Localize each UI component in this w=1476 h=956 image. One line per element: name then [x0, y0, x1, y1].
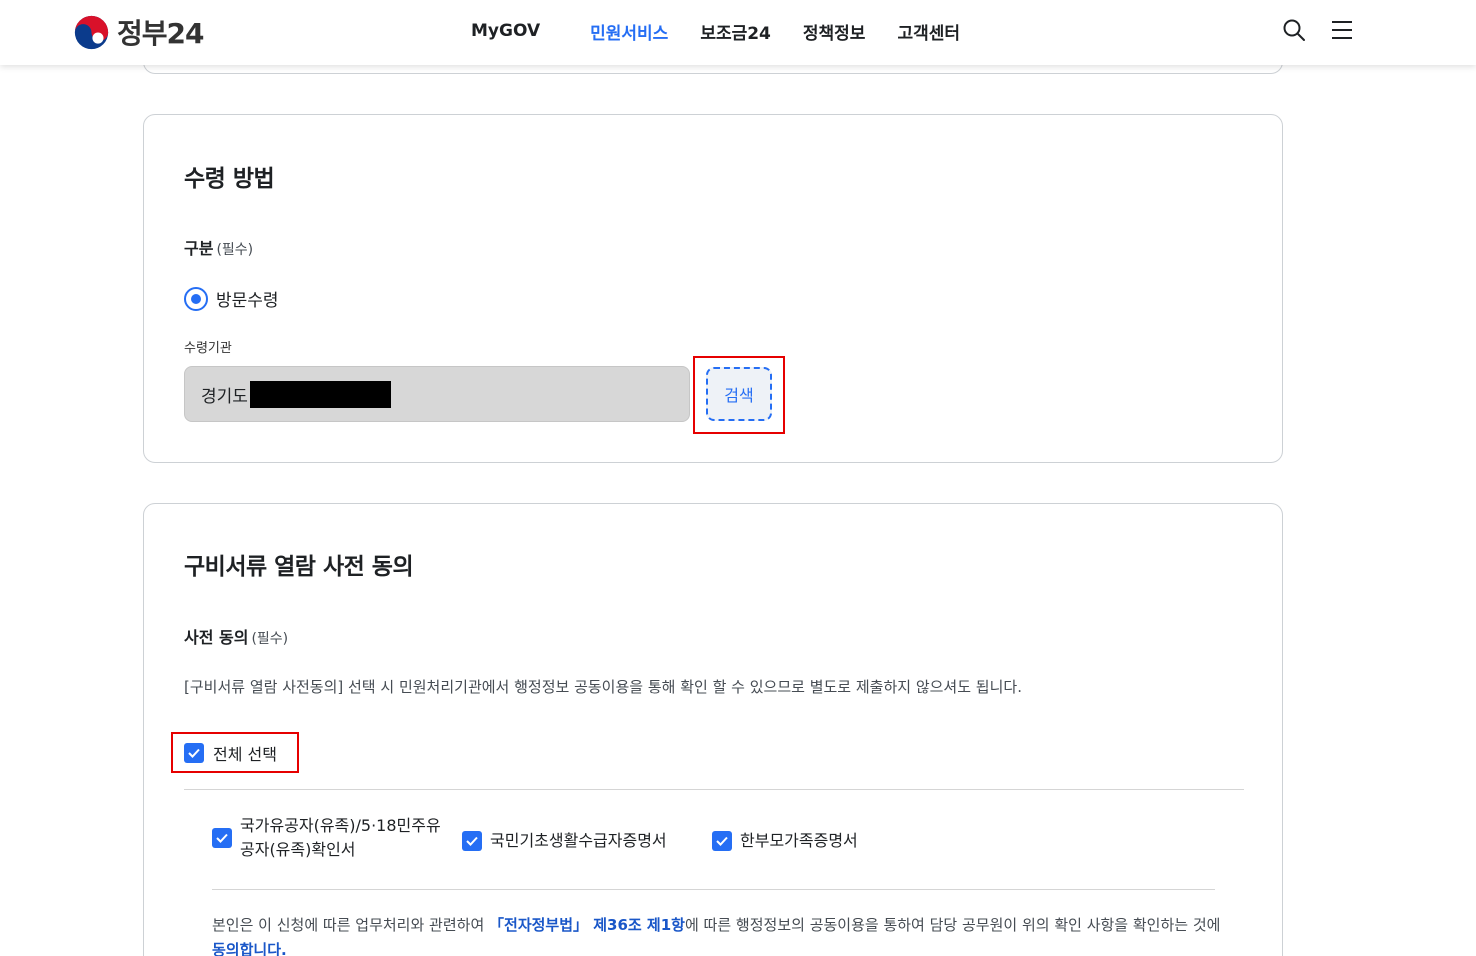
doc-checkbox-merit[interactable]: 국가유공자(유족)/5·18민주유공자(유족)확인서	[212, 814, 455, 862]
law-reference: 「전자정부법」 제36조 제1항	[489, 916, 685, 934]
doc-label: 한부모가족증명서	[740, 831, 858, 850]
notice-text: 본인은 이 신청에 따른 업무처리와 관련하여	[212, 916, 490, 934]
notice-text: 에 따른 행정정보의 공동이용을 통하여 담당 공무원이 위의 확인 사항을 확…	[684, 916, 1221, 934]
agree-text: 동의합니다.	[212, 941, 287, 956]
site-header: 정부24 MyGOV 민원서비스 보조금24 정책정보 고객센터	[0, 0, 1476, 65]
search-icon[interactable]	[1282, 18, 1306, 42]
receipt-method-card: 수령 방법 구분 (필수) 방문수령 수령기관 경기도 검색	[143, 114, 1283, 463]
divider	[184, 789, 1244, 790]
highlight-box	[171, 732, 299, 773]
main-nav: MyGOV 민원서비스 보조금24 정책정보 고객센터	[455, 0, 976, 62]
doc-label: 국민기초생활수급자증명서	[490, 831, 667, 850]
required-tag: (필수)	[251, 631, 289, 647]
checkbox-checked-icon[interactable]	[212, 828, 232, 848]
agency-input[interactable]: 경기도	[184, 366, 690, 422]
menu-icon[interactable]	[1330, 18, 1354, 42]
checkbox-checked-icon[interactable]	[712, 831, 732, 851]
radio-selected-icon[interactable]	[184, 286, 208, 311]
logo-text: 정부24	[117, 17, 204, 50]
visit-receipt-label: 방문수령	[216, 291, 279, 311]
agency-label: 수령기관	[184, 341, 232, 356]
logo[interactable]: 정부24	[73, 12, 204, 52]
consent-notice: 본인은 이 신청에 따른 업무처리와 관련하여 「전자정부법」 제36조 제1항…	[212, 913, 1222, 956]
highlight-box	[693, 356, 785, 434]
required-tag: (필수)	[216, 242, 254, 258]
header-actions	[1282, 18, 1354, 42]
prior-consent-label: 사전 동의 (필수)	[184, 624, 288, 648]
nav-subsidy24[interactable]: 보조금24	[684, 19, 787, 44]
redacted-block	[249, 380, 391, 408]
nav-customer-center[interactable]: 고객센터	[881, 19, 976, 44]
agency-value: 경기도	[201, 386, 248, 407]
divider	[212, 889, 1215, 890]
document-consent-card: 구비서류 열람 사전 동의 사전 동의 (필수) [구비서류 열람 사전동의] 선…	[143, 503, 1283, 956]
doc-checkbox-single-parent[interactable]: 한부모가족증명서	[712, 829, 858, 853]
category-label: 구분 (필수)	[184, 235, 253, 259]
nav-mygov[interactable]: MyGOV	[455, 21, 574, 41]
consent-description: [구비서류 열람 사전동의] 선택 시 민원처리기관에서 행정정보 공동이용을 …	[184, 678, 1022, 696]
visit-receipt-radio[interactable]: 방문수령	[184, 286, 279, 311]
taegeuk-emblem-icon	[74, 15, 109, 49]
receipt-method-title: 수령 방법	[184, 166, 275, 192]
checkbox-checked-icon[interactable]	[462, 831, 482, 851]
nav-policy-info[interactable]: 정책정보	[787, 19, 882, 44]
doc-checkbox-basic-livelihood[interactable]: 국민기초생활수급자증명서	[462, 829, 667, 853]
doc-label: 국가유공자(유족)/5·18민주유공자(유족)확인서	[240, 816, 441, 859]
consent-title: 구비서류 열람 사전 동의	[184, 554, 414, 580]
category-label-text: 구분	[184, 239, 214, 258]
nav-civil-service[interactable]: 민원서비스	[574, 19, 684, 44]
prior-consent-label-text: 사전 동의	[184, 628, 249, 647]
